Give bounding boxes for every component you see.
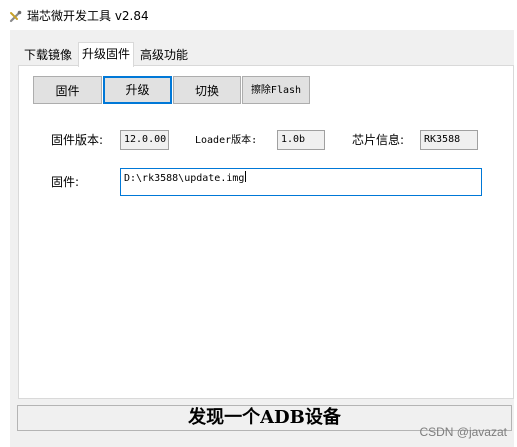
- chip-info-field: RK3588: [420, 130, 478, 150]
- tab-upgrade-firmware[interactable]: 升级固件: [78, 42, 134, 67]
- firmware-path-label: 固件:: [51, 175, 80, 189]
- window-title: 瑞芯微开发工具 v2.84: [27, 9, 149, 23]
- switch-button[interactable]: 切换: [173, 76, 241, 104]
- watermark: CSDN @javazat: [419, 425, 507, 439]
- firmware-path-value: D:\rk3588\update.img: [124, 173, 245, 184]
- chip-info-label: 芯片信息:: [352, 133, 405, 147]
- title-bar: 瑞芯微开发工具 v2.84: [0, 0, 517, 30]
- upgrade-button[interactable]: 升级: [103, 76, 172, 104]
- text-caret: [245, 171, 247, 182]
- firmware-button[interactable]: 固件: [33, 76, 102, 104]
- loader-version-field: 1.0b: [277, 130, 325, 150]
- firmware-version-field: 12.0.00: [120, 130, 169, 150]
- tab-advanced[interactable]: 高级功能: [137, 45, 191, 65]
- erase-flash-button[interactable]: 擦除Flash: [242, 76, 310, 104]
- firmware-version-label: 固件版本:: [51, 133, 104, 147]
- tab-download-image[interactable]: 下载镜像: [22, 45, 74, 65]
- loader-version-label: Loader版本:: [195, 135, 258, 146]
- tools-icon: [9, 10, 22, 23]
- firmware-path-input[interactable]: D:\rk3588\update.img: [120, 168, 482, 196]
- upgrade-firmware-panel: [18, 65, 514, 399]
